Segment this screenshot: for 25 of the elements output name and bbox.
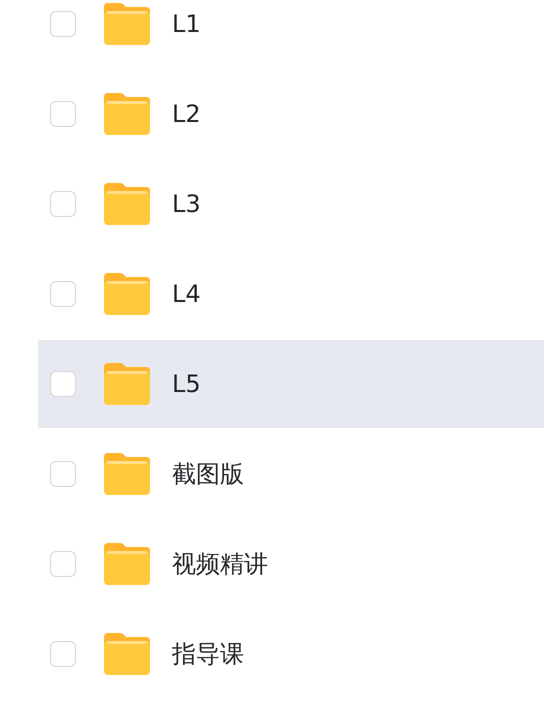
checkbox[interactable] — [50, 551, 76, 577]
checkbox[interactable] — [50, 281, 76, 307]
folder-name[interactable]: L3 — [172, 190, 201, 218]
folder-icon — [104, 633, 150, 675]
checkbox[interactable] — [50, 11, 76, 37]
folder-row[interactable]: L5 — [38, 340, 544, 428]
checkbox[interactable] — [50, 191, 76, 217]
folder-name[interactable]: 指导课 — [172, 638, 244, 670]
folder-name[interactable]: L1 — [172, 10, 201, 38]
folder-name[interactable]: 视频精讲 — [172, 548, 268, 580]
folder-icon — [104, 543, 150, 585]
folder-icon — [104, 3, 150, 45]
folder-name[interactable]: L5 — [172, 370, 201, 398]
folder-icon — [104, 93, 150, 135]
checkbox[interactable] — [50, 641, 76, 667]
checkbox[interactable] — [50, 101, 76, 127]
checkbox[interactable] — [50, 371, 76, 397]
folder-name[interactable]: 截图版 — [172, 458, 244, 490]
checkbox[interactable] — [50, 461, 76, 487]
folder-icon — [104, 453, 150, 495]
folder-icon — [104, 273, 150, 315]
folder-name[interactable]: L2 — [172, 100, 201, 128]
folder-icon — [104, 363, 150, 405]
folder-icon — [104, 183, 150, 225]
folder-name[interactable]: L4 — [172, 280, 201, 308]
